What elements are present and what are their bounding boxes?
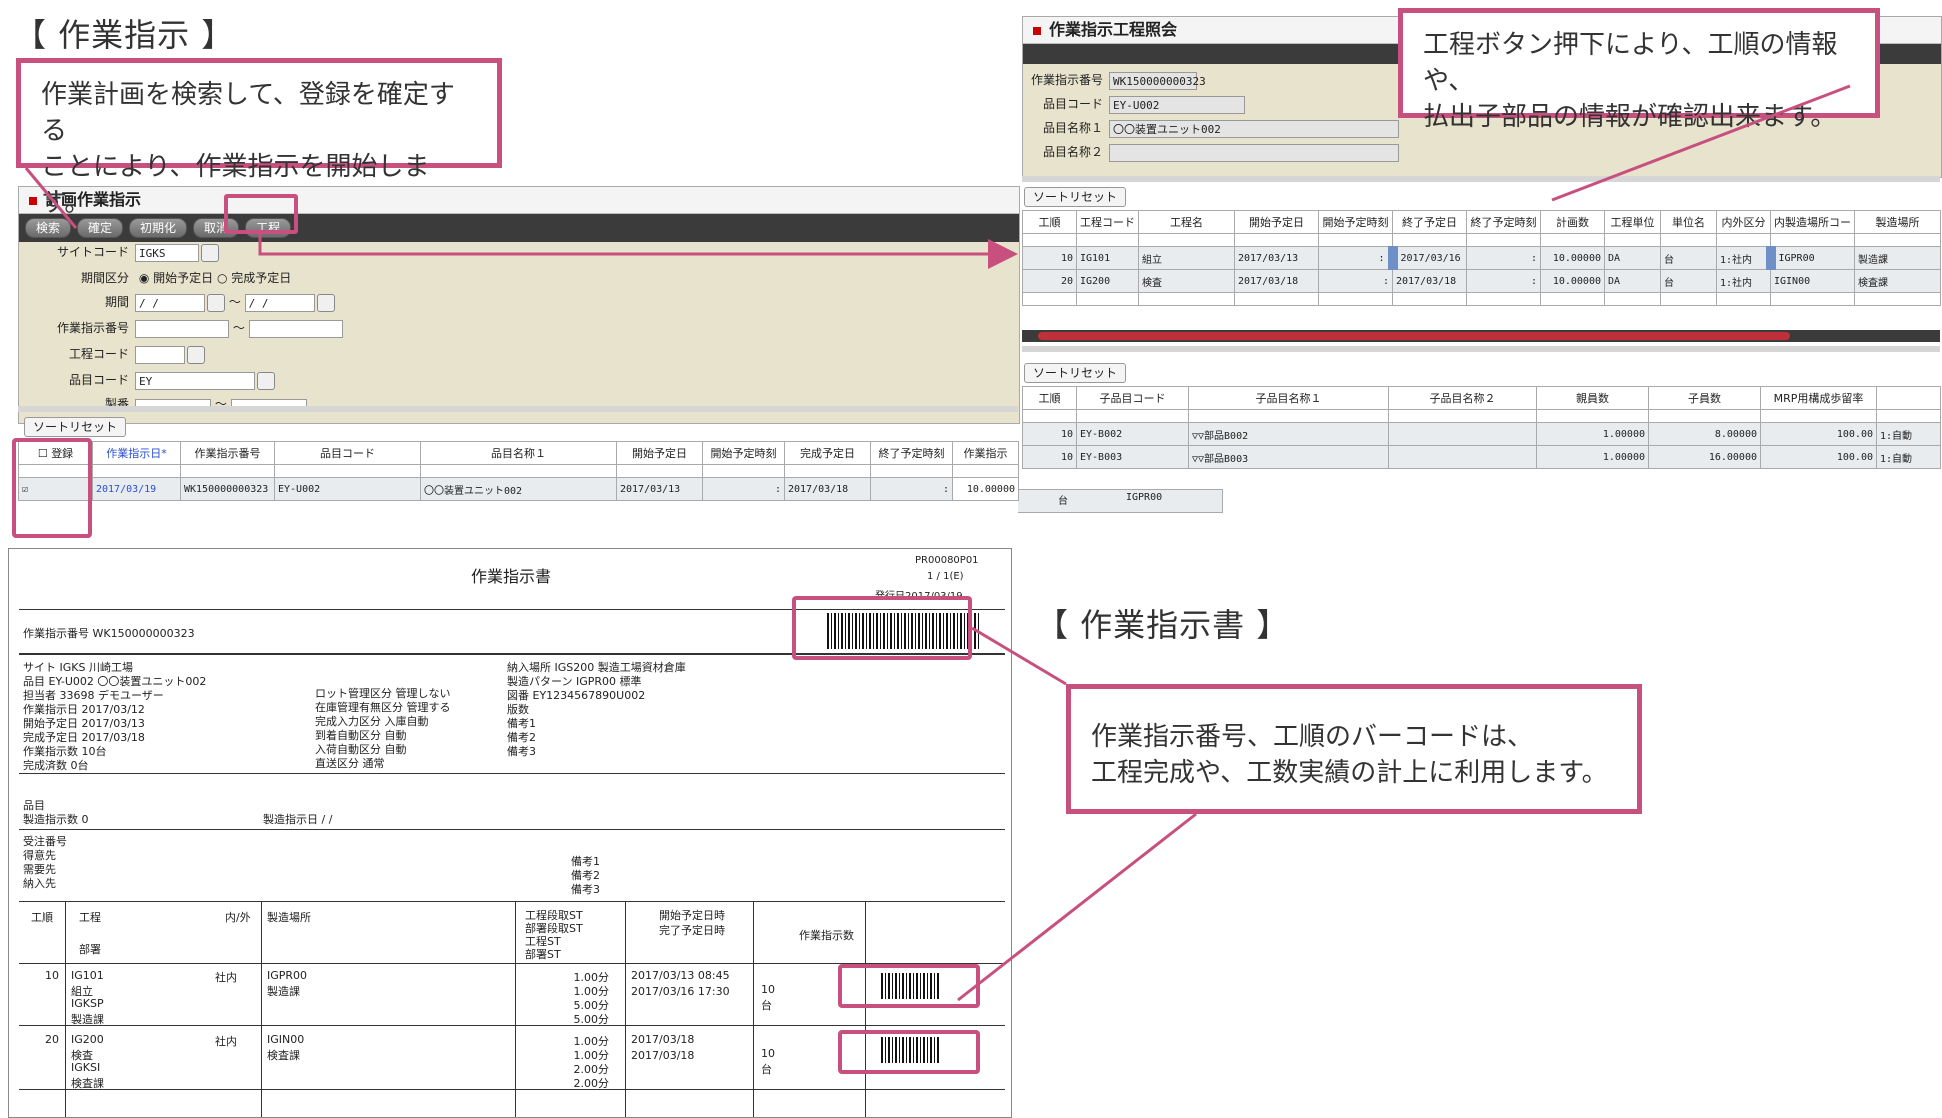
arrow-to-process-panel [258, 232, 1018, 269]
connector-line [24, 167, 78, 229]
connector-line [1551, 84, 1851, 202]
connector-lines [24, 84, 1851, 1002]
connector-line [971, 626, 1067, 686]
connector-line [957, 812, 1197, 1002]
